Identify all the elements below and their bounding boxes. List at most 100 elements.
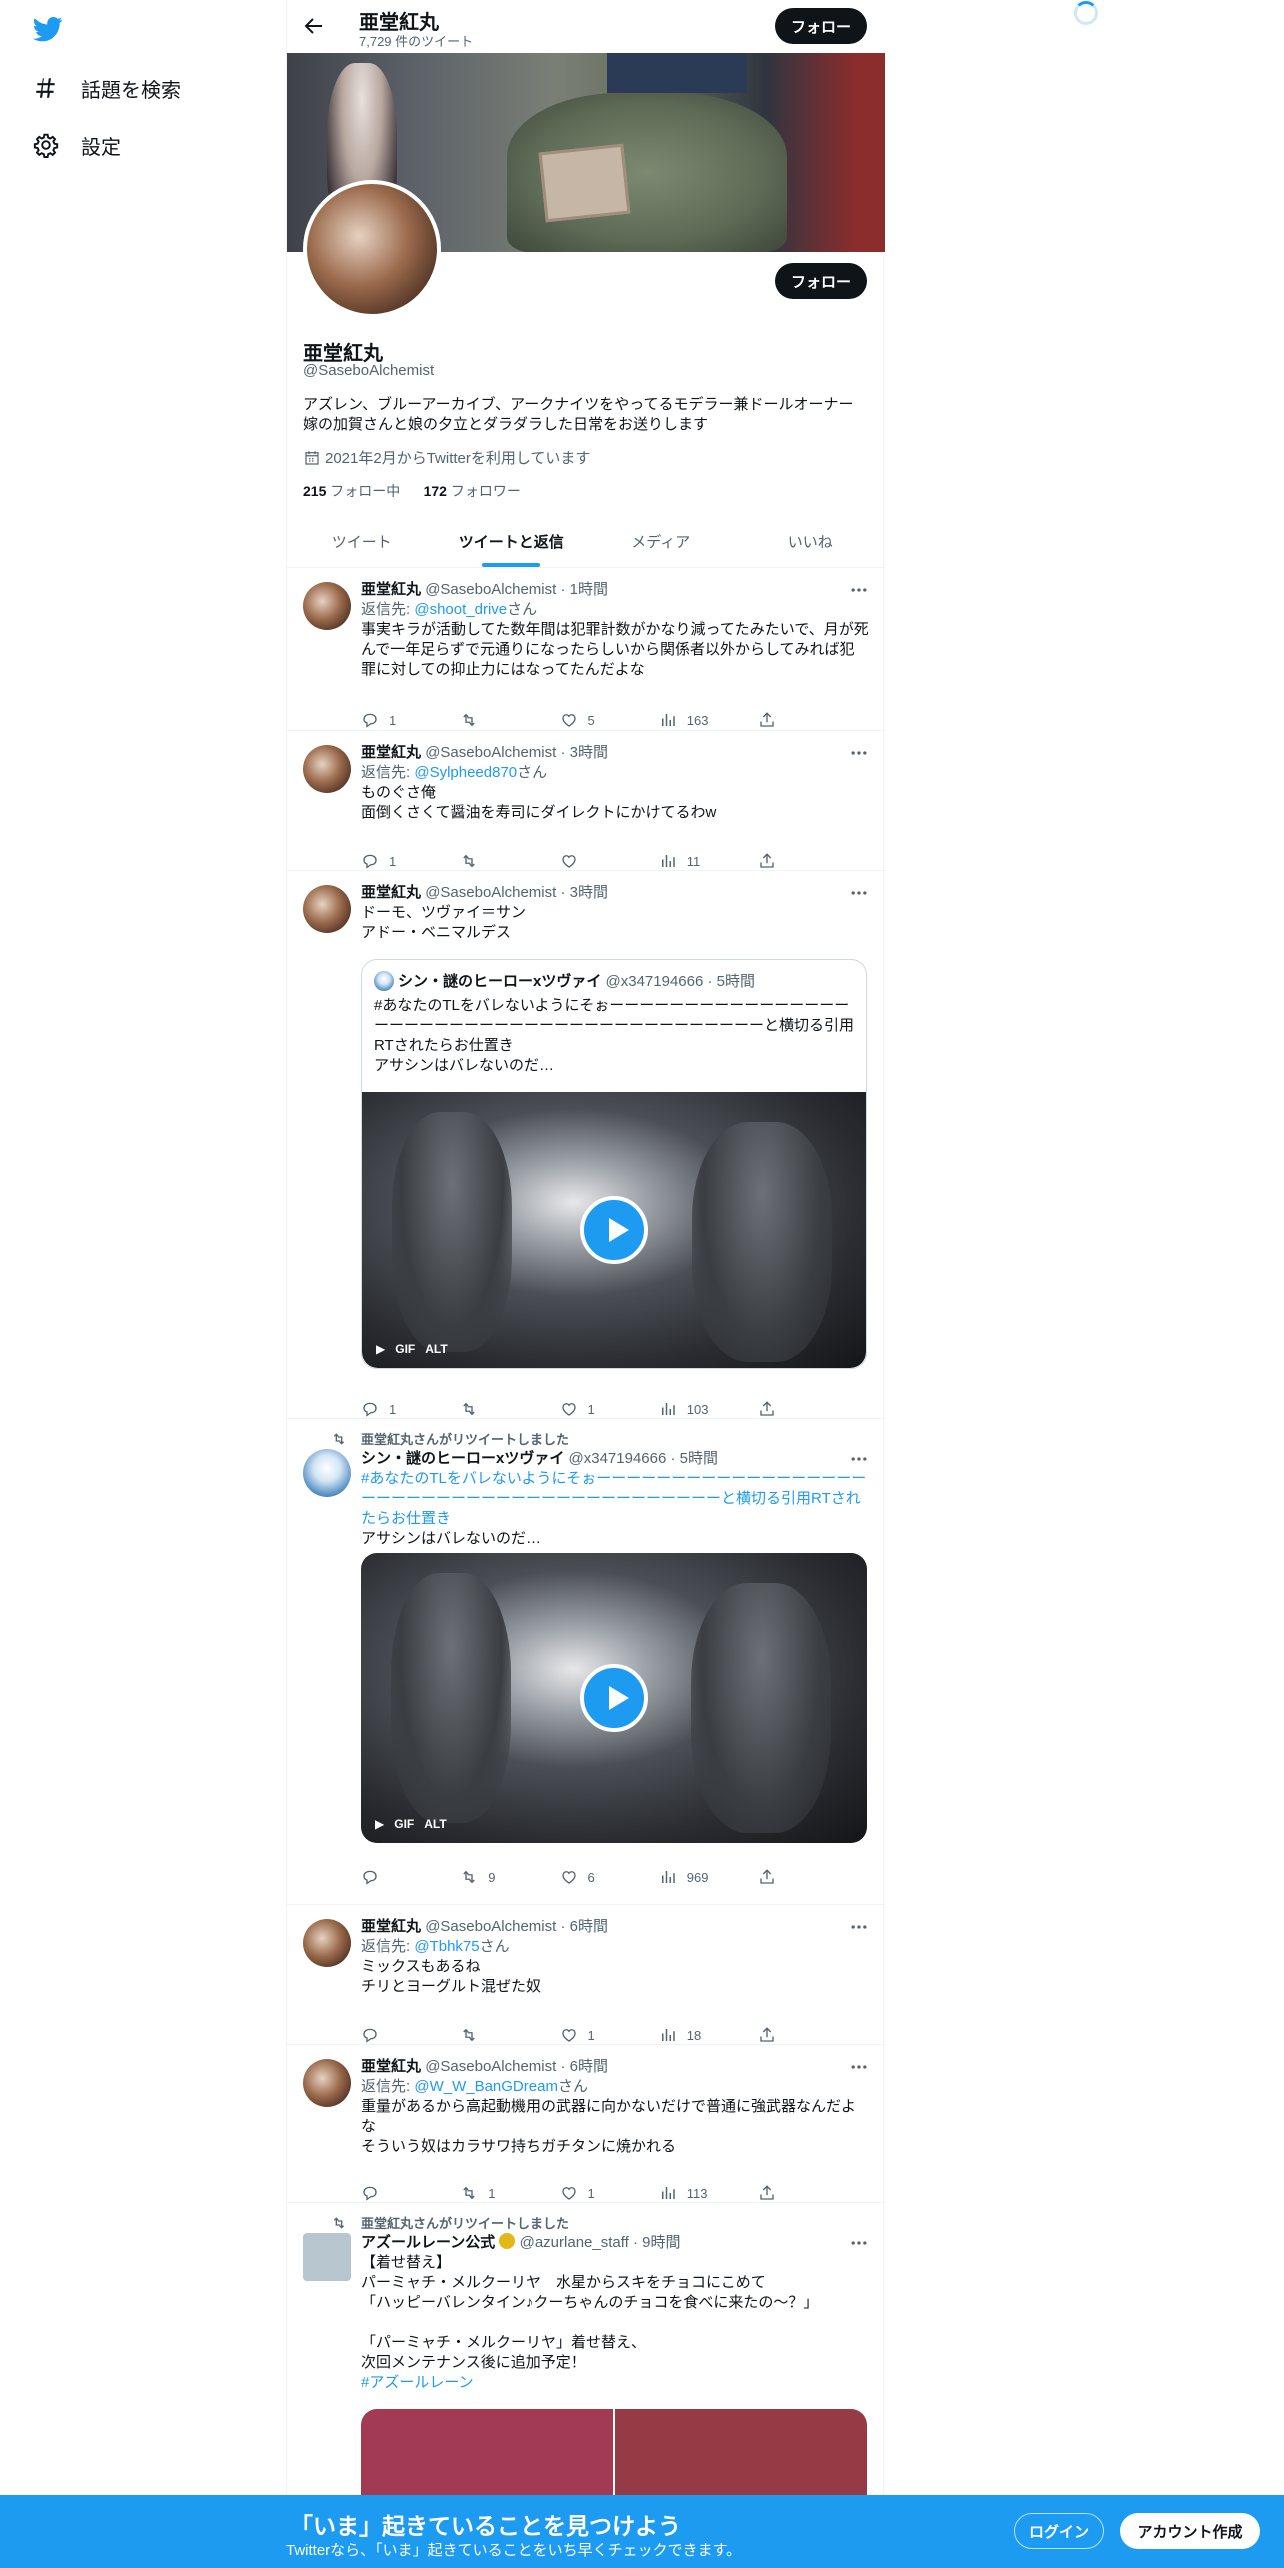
login-button[interactable]: ログイン (1014, 2513, 1104, 2549)
retweet-button[interactable]: 9 (460, 1867, 520, 1887)
alt-label[interactable]: ALT (424, 1817, 446, 1831)
quoted-tweet[interactable]: シン・謎のヒーローxツヴァイ @x347194666 · 5時間 #あなたのTL… (361, 959, 867, 1369)
views-button[interactable]: 969 (659, 1867, 719, 1887)
like-button[interactable] (560, 851, 620, 871)
retweet-button[interactable] (460, 710, 520, 730)
tweet-author-name[interactable]: 亜堂紅丸 (361, 2058, 421, 2075)
share-button[interactable] (758, 1399, 786, 1419)
avatar[interactable] (303, 745, 351, 793)
tweet-author-name[interactable]: 亜堂紅丸 (361, 884, 421, 901)
signup-button[interactable]: アカウント作成 (1120, 2513, 1260, 2549)
reply-button[interactable]: 1 (361, 710, 421, 730)
views-button[interactable]: 113 (659, 2183, 719, 2203)
avatar[interactable] (303, 2059, 351, 2107)
avatar[interactable] (303, 885, 351, 933)
profile-follow-button[interactable]: フォロー (775, 263, 867, 299)
avatar[interactable] (303, 1919, 351, 1967)
reply-icon (363, 1402, 377, 1417)
avatar[interactable] (303, 1449, 351, 1497)
views-button[interactable]: 103 (659, 1399, 719, 1419)
quoted-video[interactable]: ▶ GIF ALT (362, 1092, 866, 1368)
tweet-author-name[interactable]: シン・謎のヒーローxツヴァイ (361, 1450, 564, 1467)
followers-link[interactable]: 172 フォロワー (424, 483, 521, 499)
tweet-video[interactable]: ▶ GIF ALT (361, 1553, 867, 1843)
more-icon[interactable] (849, 883, 869, 903)
following-link[interactable]: 215 フォロー中 (303, 483, 400, 499)
avatar[interactable] (303, 2233, 351, 2281)
views-button[interactable]: 11 (659, 851, 719, 871)
like-button[interactable]: 5 (560, 710, 620, 730)
tweet[interactable]: 亜堂紅丸さんがリツイートしました シン・謎のヒーローxツヴァイ @x347194… (287, 1419, 885, 1905)
more-icon[interactable] (849, 1449, 869, 1469)
tweet[interactable]: 亜堂紅丸 @SaseboAlchemist · 6時間 返信先: @Tbhk75… (287, 1905, 885, 2045)
like-button[interactable]: 1 (560, 2025, 620, 2045)
view-count: 163 (686, 712, 709, 728)
profile-avatar[interactable] (303, 180, 441, 318)
nav-settings[interactable]: 設定 (33, 125, 121, 165)
tweet-meta: @SaseboAlchemist · 6時間 (425, 1918, 608, 1935)
tweet-hashtag-link[interactable]: #アズールレーン (361, 2373, 869, 2393)
reply-to-link[interactable]: @Tbhk75 (414, 1938, 479, 1955)
tweet[interactable]: 亜堂紅丸 @SaseboAlchemist · 3時間 ドーモ、ツヴァイ＝サン … (287, 871, 885, 1419)
reply-button[interactable] (361, 2025, 421, 2045)
play-icon[interactable] (580, 1664, 648, 1732)
tweet-author-name[interactable]: 亜堂紅丸 (361, 581, 421, 598)
twitter-logo-icon[interactable] (33, 14, 63, 44)
tweet[interactable]: 亜堂紅丸 @SaseboAlchemist · 1時間 返信先: @shoot_… (287, 568, 885, 731)
more-icon[interactable] (849, 2057, 869, 2077)
gif-badge: ▶ GIF ALT (375, 1817, 447, 1831)
retweet-button[interactable] (460, 1399, 520, 1419)
tweet-author-name[interactable]: アズールレーン公式 (361, 2234, 495, 2251)
tweet[interactable]: 亜堂紅丸 @SaseboAlchemist · 3時間 返信先: @Sylphe… (287, 731, 885, 871)
reply-to-link[interactable]: @W_W_BanGDream (414, 2078, 558, 2095)
views-button[interactable]: 163 (659, 710, 719, 730)
back-arrow-icon[interactable] (301, 14, 325, 38)
retweeted-by-text[interactable]: 亜堂紅丸さんがリツイートしました (361, 2213, 569, 2232)
tab-media[interactable]: メディア (586, 515, 736, 567)
more-icon[interactable] (849, 2233, 869, 2253)
retweet-icon (463, 1402, 475, 1416)
reply-to-link[interactable]: @Sylpheed870 (414, 764, 517, 781)
more-icon[interactable] (849, 743, 869, 763)
tweet-author-name[interactable]: 亜堂紅丸 (361, 744, 421, 761)
header-follow-button[interactable]: フォロー (775, 8, 867, 44)
retweet-label: 亜堂紅丸さんがリツイートしました (333, 1429, 569, 1448)
nav-explore[interactable]: 話題を検索 (33, 68, 181, 108)
tweet-actions: 9 6 969 (361, 1867, 786, 1887)
tweet-author-name[interactable]: 亜堂紅丸 (361, 1918, 421, 1935)
like-button[interactable]: 1 (560, 1399, 620, 1419)
alt-label[interactable]: ALT (425, 1342, 447, 1356)
like-button[interactable]: 6 (560, 1867, 620, 1887)
following-count: 215 (303, 483, 327, 499)
tab-likes[interactable]: いいね (736, 515, 886, 567)
share-button[interactable] (758, 2183, 786, 2203)
retweeted-by-text[interactable]: 亜堂紅丸さんがリツイートしました (361, 1429, 569, 1448)
reply-to-link[interactable]: @shoot_drive (414, 601, 507, 618)
views-button[interactable]: 18 (659, 2025, 719, 2045)
share-button[interactable] (758, 2025, 786, 2045)
tweet[interactable]: 亜堂紅丸 @SaseboAlchemist · 6時間 返信先: @W_W_Ba… (287, 2045, 885, 2203)
avatar[interactable] (303, 582, 351, 630)
retweet-button[interactable] (460, 851, 520, 871)
like-count: 1 (587, 2185, 595, 2201)
retweet-button[interactable] (460, 2025, 520, 2045)
share-button[interactable] (758, 710, 786, 730)
reply-button[interactable] (361, 2183, 421, 2203)
more-icon[interactable] (849, 580, 869, 600)
tab-tweets[interactable]: ツイート (287, 515, 437, 567)
tab-tweets-and-replies[interactable]: ツイートと返信 (437, 515, 587, 567)
reply-button[interactable]: 1 (361, 1399, 421, 1419)
retweet-icon (463, 713, 475, 727)
tweet-hashtag-link[interactable]: #あなたのTLをバレないようにそぉーーーーーーーーーーーーーーーーーーーーーーー… (361, 1469, 869, 1529)
reply-icon (363, 1870, 377, 1885)
share-button[interactable] (758, 1867, 786, 1887)
share-button[interactable] (758, 851, 786, 871)
reply-button[interactable]: 1 (361, 851, 421, 871)
retweet-button[interactable]: 1 (460, 2183, 520, 2203)
hashtag-icon (36, 78, 55, 98)
like-button[interactable]: 1 (560, 2183, 620, 2203)
play-icon[interactable] (580, 1196, 648, 1264)
more-icon[interactable] (849, 1917, 869, 1937)
tweet-text: ドーモ、ツヴァイ＝サン アドー・ベニマルデス (361, 904, 527, 941)
reply-button[interactable] (361, 1867, 421, 1887)
